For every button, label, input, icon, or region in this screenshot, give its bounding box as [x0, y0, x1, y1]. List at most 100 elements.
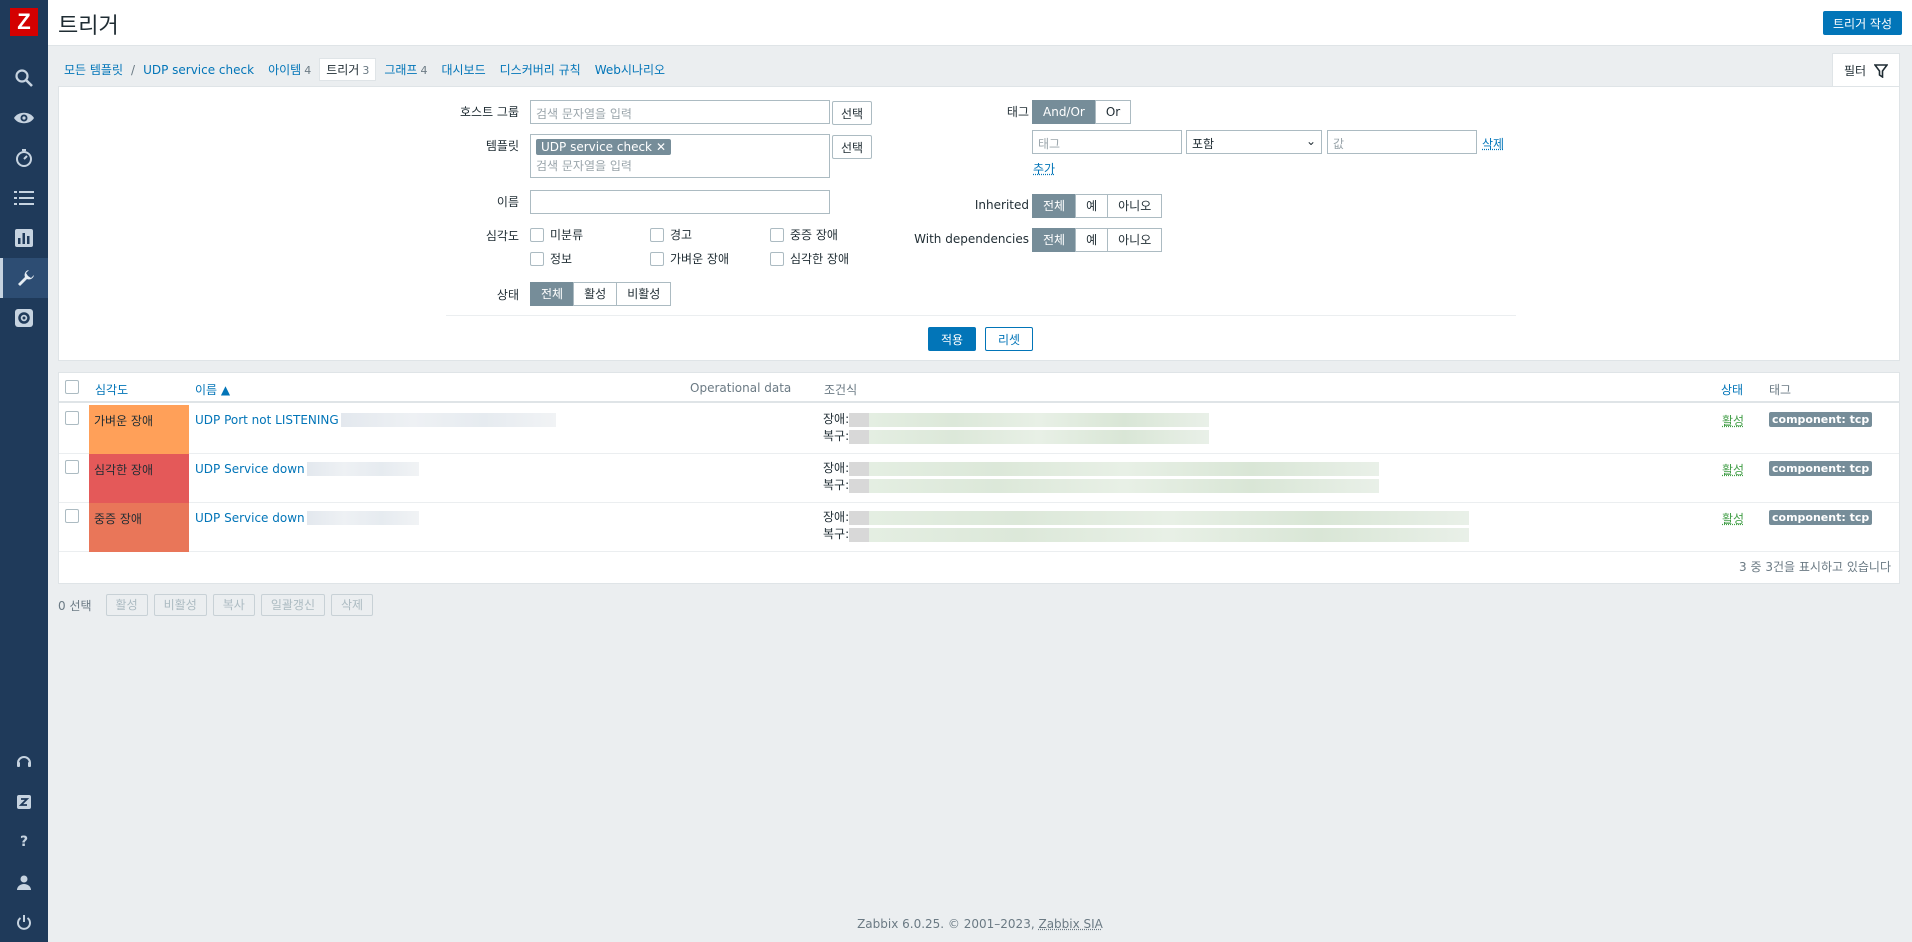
name-label: 이름: [496, 195, 519, 209]
template-label: 템플릿: [485, 139, 519, 153]
search-icon[interactable]: [0, 58, 48, 98]
table-row: 가벼운 장애 UDP Port not LISTENING 장애: 복구: 활성…: [59, 405, 1899, 454]
status-link[interactable]: 활성: [1722, 412, 1744, 429]
dependencies-yes[interactable]: 예: [1075, 228, 1109, 252]
th-severity[interactable]: 심각도: [95, 381, 128, 398]
host-group-select-button[interactable]: 선택: [832, 101, 873, 125]
host-group-label: 호스트 그룹: [459, 105, 519, 119]
th-operational-data: Operational data: [690, 381, 792, 395]
tab-triggers[interactable]: 트리거 3: [319, 58, 377, 81]
severity-not-classified[interactable]: 미분류: [530, 226, 583, 243]
template-chip[interactable]: UDP service check ✕: [536, 139, 672, 155]
create-trigger-button[interactable]: 트리거 작성: [1822, 11, 1902, 35]
th-status[interactable]: 상태: [1721, 381, 1743, 398]
th-tags: 태그: [1769, 383, 1792, 397]
mass-update-button[interactable]: 일괄갱신: [260, 594, 326, 616]
severity-disaster[interactable]: 심각한 장애: [770, 250, 849, 267]
breadcrumb: 모든 템플릿 / UDP service check 아이템 4 트리거 3 그래프…: [48, 46, 1912, 86]
dependencies-all[interactable]: 전체: [1032, 228, 1077, 252]
mass-copy-button[interactable]: 복사: [212, 594, 255, 616]
eye-icon[interactable]: [0, 98, 48, 138]
name-input[interactable]: [530, 190, 830, 214]
sidebar: Z ?: [0, 0, 48, 942]
mass-disable-button[interactable]: 비활성: [153, 594, 207, 616]
row-checkbox[interactable]: [65, 509, 79, 523]
trigger-name-link[interactable]: UDP Port not LISTENING: [195, 413, 556, 427]
state-disabled[interactable]: 비활성: [616, 282, 672, 306]
select-all-checkbox[interactable]: [65, 380, 79, 394]
help-icon[interactable]: ?: [0, 822, 48, 862]
severity-average[interactable]: 가벼운 장애: [650, 250, 729, 267]
inherited-all[interactable]: 전체: [1032, 194, 1077, 218]
tags-mode-or[interactable]: Or: [1094, 100, 1132, 124]
copyright-footer: Zabbix 6.0.25. © 2001–2023, Zabbix SIA: [48, 917, 1912, 931]
tag-add-link[interactable]: 추가: [1033, 160, 1055, 177]
all-templates-link[interactable]: 모든 템플릿: [64, 61, 123, 78]
row-checkbox[interactable]: [65, 460, 79, 474]
tab-items[interactable]: 아이템 4: [268, 61, 311, 78]
funnel-icon: [1874, 63, 1889, 78]
copyright-text: Zabbix 6.0.25. © 2001–2023,: [857, 917, 1035, 931]
tag-badge: component: tcp: [1769, 412, 1873, 427]
status-link[interactable]: 활성: [1722, 510, 1744, 527]
problem-label: 장애:: [823, 461, 850, 475]
trigger-name-link[interactable]: UDP Service down: [195, 511, 419, 525]
stopwatch-icon[interactable]: [0, 138, 48, 178]
list-icon[interactable]: [0, 178, 48, 218]
zabbix-share-icon[interactable]: [0, 782, 48, 822]
support-icon[interactable]: [0, 742, 48, 782]
host-group-input[interactable]: 검색 문자열을 입력: [530, 100, 830, 124]
gear-icon[interactable]: [0, 298, 48, 338]
status-link[interactable]: 활성: [1722, 461, 1744, 478]
severity-cell: 심각한 장애: [89, 454, 189, 503]
sidebar-bottom: ?: [0, 742, 48, 942]
template-select-button[interactable]: 선택: [832, 135, 873, 159]
severity-warning[interactable]: 경고: [650, 226, 692, 243]
tab-dashboards[interactable]: 대시보드: [441, 61, 485, 78]
severity-high[interactable]: 중증 장애: [770, 226, 838, 243]
trigger-name-link[interactable]: UDP Service down: [195, 462, 419, 476]
zabbix-sia-link[interactable]: Zabbix SIA: [1038, 917, 1102, 931]
template-multiselect[interactable]: UDP service check ✕ 검색 문자열을 입력: [530, 134, 830, 178]
tag-badge: component: tcp: [1769, 461, 1873, 476]
tab-graphs[interactable]: 그래프 4: [384, 61, 427, 78]
reset-button[interactable]: 리셋: [985, 327, 1033, 351]
zabbix-logo[interactable]: Z: [10, 8, 38, 36]
state-enabled[interactable]: 활성: [573, 282, 618, 306]
row-checkbox[interactable]: [65, 411, 79, 425]
wrench-icon[interactable]: [0, 258, 48, 298]
severity-information[interactable]: 정보: [530, 250, 572, 267]
expression-cell: 장애: 복구:: [823, 460, 1380, 494]
inherited-yes[interactable]: 예: [1075, 194, 1109, 218]
th-name[interactable]: 이름 ▲: [195, 381, 230, 398]
mass-enable-button[interactable]: 활성: [105, 594, 148, 616]
template-link[interactable]: UDP service check: [143, 63, 254, 77]
dependencies-label: With dependencies: [914, 232, 1029, 246]
tag-name-input[interactable]: 태그: [1032, 130, 1182, 154]
template-search-placeholder: 검색 문자열을 입력: [536, 159, 632, 173]
tab-discovery-rules[interactable]: 디스커버리 규칙: [500, 61, 581, 78]
inherited-toggle: 전체 예 아니오: [1032, 194, 1163, 218]
tag-remove-link[interactable]: 삭제: [1482, 135, 1504, 152]
state-all[interactable]: 전체: [530, 282, 575, 306]
power-icon[interactable]: [0, 902, 48, 942]
severity-cell: 중증 장애: [89, 503, 189, 552]
filter-divider: [446, 315, 1516, 316]
selected-count: 0 선택: [58, 598, 92, 613]
chart-icon[interactable]: [0, 218, 48, 258]
tag-operator-select[interactable]: 포함 ⌄: [1186, 130, 1322, 154]
tags-mode-andor[interactable]: And/Or: [1032, 100, 1096, 124]
tag-value-input[interactable]: 값: [1327, 130, 1477, 154]
mass-delete-button[interactable]: 삭제: [331, 594, 374, 616]
chip-remove-icon[interactable]: ✕: [656, 140, 666, 154]
user-icon[interactable]: [0, 862, 48, 902]
triggers-table: 심각도 이름 ▲ Operational data 조건식 상태 태그 가벼운 …: [58, 372, 1900, 584]
apply-button[interactable]: 적용: [928, 327, 976, 351]
dependencies-no[interactable]: 아니오: [1107, 228, 1163, 252]
filter-tab[interactable]: 필터: [1832, 53, 1900, 87]
inherited-no[interactable]: 아니오: [1107, 194, 1163, 218]
tags-mode-toggle: And/Or Or: [1032, 100, 1132, 124]
filter-panel: 호스트 그룹 검색 문자열을 입력 선택 템플릿 UDP service che…: [58, 86, 1900, 361]
tab-web-scenarios[interactable]: Web시나리오: [595, 61, 665, 78]
redacted-expression: [849, 429, 1210, 444]
